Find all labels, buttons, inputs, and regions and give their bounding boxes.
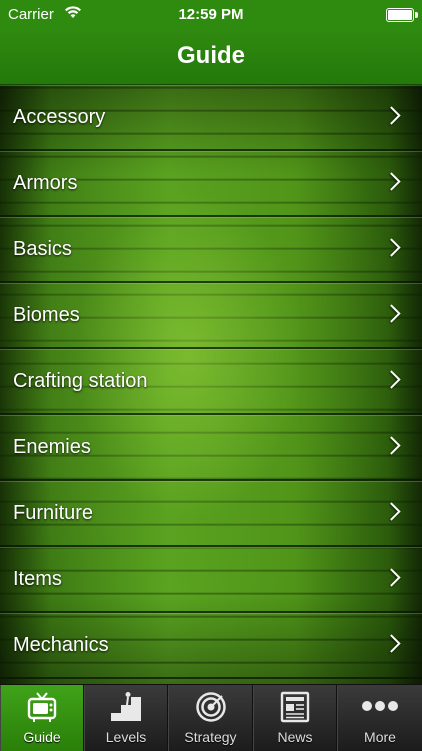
tab-label: Strategy <box>184 729 237 745</box>
chevron-right-icon <box>382 106 401 125</box>
list-item-label: Biomes <box>13 304 80 326</box>
list-item-label: Enemies <box>13 436 91 458</box>
list-item-label: Crafting station <box>13 370 148 392</box>
chevron-right-icon <box>382 436 401 455</box>
target-icon <box>195 691 227 728</box>
newspaper-icon <box>280 691 310 728</box>
levels-stairs-icon <box>109 691 143 728</box>
chevron-right-icon <box>382 634 401 653</box>
tab-levels[interactable]: Levels <box>84 685 168 751</box>
battery-icon <box>386 8 418 22</box>
tv-icon <box>27 691 57 728</box>
chevron-right-icon <box>382 568 401 587</box>
list-item-armors[interactable]: Armors <box>0 151 422 217</box>
list-item-furniture[interactable]: Furniture <box>0 481 422 547</box>
list-item-label: Mechanics <box>13 634 109 656</box>
tab-news[interactable]: News <box>253 685 337 751</box>
guide-list: Accessory Armors Basics Biomes Crafting … <box>0 85 422 684</box>
tab-more[interactable]: More <box>337 685 422 751</box>
list-item-label: Armors <box>13 172 78 194</box>
tab-label: More <box>364 729 396 745</box>
chevron-right-icon <box>382 502 401 521</box>
chevron-right-icon <box>382 304 401 323</box>
list-item-label: Accessory <box>13 106 106 128</box>
list-item-accessory[interactable]: Accessory <box>0 85 422 151</box>
tab-bar: Guide Levels Strategy News More <box>0 684 422 751</box>
chevron-right-icon <box>382 238 401 257</box>
tab-label: Levels <box>105 729 147 745</box>
status-bar: Carrier 12:59 PM <box>0 0 422 30</box>
list-item-basics[interactable]: Basics <box>0 217 422 283</box>
more-dots-icon <box>361 699 399 717</box>
list-item-label: Basics <box>13 238 72 260</box>
tab-label: News <box>277 729 313 745</box>
list-item-label: Items <box>13 568 62 590</box>
tab-strategy[interactable]: Strategy <box>168 685 253 751</box>
tab-label: Guide <box>23 729 61 745</box>
list-item-label: Furniture <box>13 502 94 524</box>
chevron-right-icon <box>382 172 401 191</box>
page-title: Guide <box>176 42 245 69</box>
list-item-biomes[interactable]: Biomes <box>0 283 422 349</box>
list-item-enemies[interactable]: Enemies <box>0 415 422 481</box>
chevron-right-icon <box>382 370 401 389</box>
list-item-crafting-station[interactable]: Crafting station <box>0 349 422 415</box>
status-time: 12:59 PM <box>178 6 244 23</box>
list-item-mechanics[interactable]: Mechanics <box>0 613 422 679</box>
tab-guide[interactable]: Guide <box>0 685 84 751</box>
list-item-items[interactable]: Items <box>0 547 422 613</box>
navigation-bar: Guide <box>0 30 422 85</box>
